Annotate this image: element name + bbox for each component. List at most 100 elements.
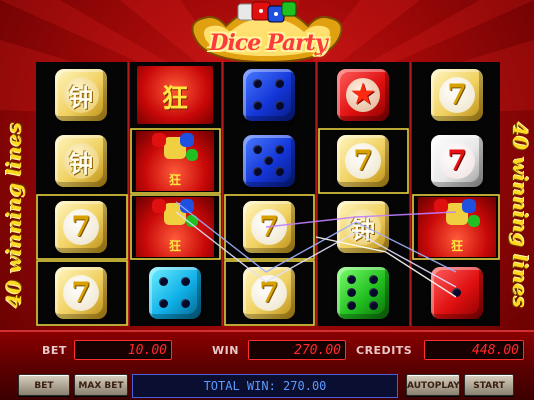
bet-label: BET [42,344,67,357]
gold-die: 7 [243,267,295,319]
bet-value-display: 10.00 [74,340,172,360]
red-kanji-card: 狂 [137,66,213,124]
bet-button[interactable]: BET [18,374,70,396]
credits-value-display: 448.00 [424,340,524,360]
pip [253,167,262,176]
seven-face: 7 [345,143,381,179]
seven-char: 7 [447,144,467,177]
kanji-face: 钟 [345,209,381,245]
seven-face: 7 [439,143,475,179]
die-pips [431,267,483,319]
kanji-face: 钟 [63,143,99,179]
party-die-red [152,199,166,213]
start-button[interactable]: START [464,374,514,396]
pip [369,301,378,310]
reel-grid: 钟 钟 7 7 狂 狂 狂 7 7 ★ 7 钟 7 7 狂 [36,62,500,326]
symbol-party-dice-wild: 狂 [130,194,220,260]
pip [452,288,461,297]
die-pips [243,69,295,121]
symbol-gold-seven-die: 7 [224,194,314,260]
logo-title: Dice Party [209,30,327,56]
reel-1: 钟 钟 7 7 [36,62,126,326]
symbol-red-seven-die: 7 [412,128,502,194]
seven-char: 7 [71,276,91,309]
pip [275,167,284,176]
autoplay-button[interactable]: AUTOPLAY [406,374,460,396]
pip [369,288,378,297]
wild-char: 狂 [168,239,181,253]
symbol-kanji-gold-die: 钟 [36,62,126,128]
wild-char: 狂 [168,173,181,187]
party-die-blue [180,133,194,147]
pip [159,299,168,308]
seven-face: 7 [63,209,99,245]
wild-char: 狂 [450,239,463,253]
star-face: ★ [346,78,380,112]
seven-char: 7 [447,78,467,111]
wild-char: 狂 [161,84,188,114]
seven-char: 7 [259,276,279,309]
gold-die: 7 [431,69,483,121]
star-icon: ★ [349,77,377,112]
pip [369,275,378,284]
seven-char: 7 [353,144,373,177]
win-label: WIN [212,344,239,357]
pip [253,79,262,88]
left-winning-lines-label: 40 winning lines [2,122,26,308]
seven-face: 7 [251,275,287,311]
total-win-display: TOTAL WIN: 270.00 [132,374,398,398]
symbol-cyan-four-die [130,260,220,326]
symbol-red-cube-die [412,260,502,326]
pip [275,145,284,154]
max-bet-button[interactable]: MAX BET [74,374,128,396]
gold-die: 7 [337,135,389,187]
party-die-blue [180,199,194,213]
seven-char: 7 [259,210,279,243]
symbol-party-dice-wild: 狂 [412,194,502,260]
party-die-blue [462,199,476,213]
blue-die [243,135,295,187]
kanji-face: 钟 [63,77,99,113]
party-die-green [186,149,198,161]
symbol-red-star-die: ★ [318,62,408,128]
party-dice-wild: 狂 [136,197,214,257]
win-value-display: 270.00 [248,340,346,360]
party-die-red [152,133,166,147]
white-die: 7 [431,135,483,187]
gold-die: 钟 [55,69,107,121]
gold-die: 钟 [55,135,107,187]
party-die-red [434,199,448,213]
kanji-char: 钟 [69,148,93,178]
credits-label: CREDITS [356,344,413,357]
game-logo: Dice Party [186,0,348,66]
party-dice-wild: 狂 [418,197,496,257]
pip [181,277,190,286]
symbol-green-six-die [318,260,408,326]
pip [159,277,168,286]
gold-die: 7 [55,201,107,253]
symbol-kanji-gold-die: 钟 [36,128,126,194]
symbol-gold-seven-die: 7 [224,260,314,326]
blue-die [243,69,295,121]
party-die-green [186,215,198,227]
reel-5: 7 7 狂 [412,62,502,326]
reel-3: 7 7 [224,62,314,326]
symbol-blue-five-die [224,128,314,194]
symbol-gold-seven-die: 7 [36,194,126,260]
party-die-green [468,215,480,227]
die-pips [337,267,389,319]
gold-die: 7 [55,267,107,319]
green-die [337,267,389,319]
right-winning-lines-label: 40 winning lines [508,122,532,308]
cyan-die [149,267,201,319]
reel-4: ★ 7 钟 [318,62,408,326]
kanji-char: 钟 [351,214,375,244]
pip [253,101,262,110]
symbol-party-dice-wild: 狂 [130,128,220,194]
pip [347,275,356,284]
die-pips [243,135,295,187]
gold-die: 钟 [337,201,389,253]
party-dice-wild: 狂 [136,131,214,191]
seven-face: 7 [439,77,475,113]
gold-die: 7 [243,201,295,253]
